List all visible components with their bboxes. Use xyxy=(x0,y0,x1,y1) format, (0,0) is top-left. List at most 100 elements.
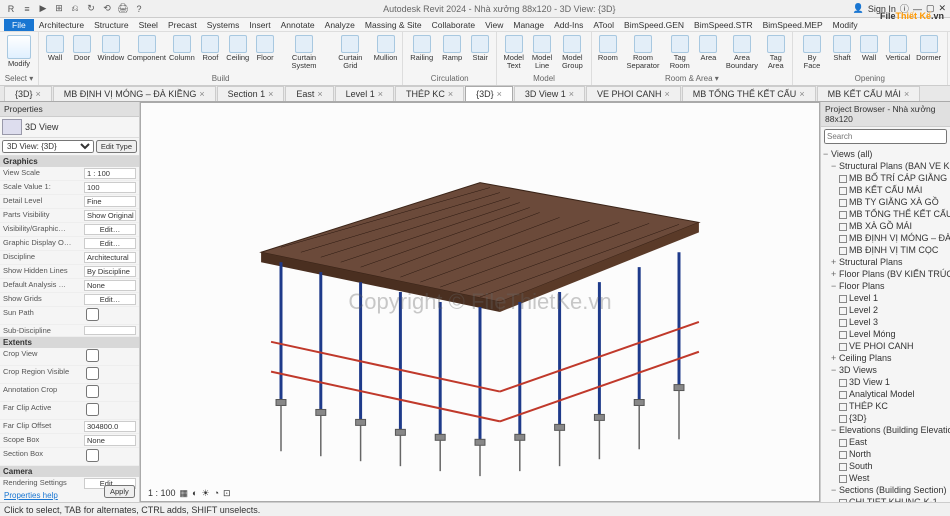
ribbon-area-button[interactable]: Area xyxy=(696,34,720,63)
prop-value[interactable] xyxy=(84,349,136,364)
tree-toggle-icon[interactable]: − xyxy=(831,425,839,435)
prop-value[interactable]: Edit… xyxy=(84,294,136,305)
tree-toggle-icon[interactable]: − xyxy=(831,365,839,375)
type-selector[interactable]: 3D View: {3D} xyxy=(2,140,94,153)
ribbon-window-button[interactable]: Window xyxy=(97,34,125,63)
tree-toggle-icon[interactable]: + xyxy=(831,353,839,363)
apply-button[interactable]: Apply xyxy=(104,485,135,498)
prop-value[interactable]: By Discipline xyxy=(84,266,136,277)
ribbon-modeltext-button[interactable]: Model Text xyxy=(501,34,526,70)
tree-node[interactable]: MB XÀ GỒ MÁI xyxy=(823,220,948,232)
prop-value[interactable] xyxy=(84,308,136,323)
tab-close-icon[interactable]: × xyxy=(268,89,273,99)
prop-value[interactable]: Edit… xyxy=(84,238,136,249)
prop-group[interactable]: Extents xyxy=(0,337,139,348)
tab-close-icon[interactable]: × xyxy=(497,89,502,99)
menu-systems[interactable]: Systems xyxy=(202,19,245,31)
ribbon-vertical-button[interactable]: Vertical xyxy=(884,34,912,63)
tab-close-icon[interactable]: × xyxy=(799,89,804,99)
view-tab[interactable]: {3D}× xyxy=(4,86,52,101)
qat-item[interactable]: ⎌ xyxy=(68,2,82,16)
shadow-icon[interactable]: ◔ xyxy=(214,488,219,498)
properties-category[interactable]: 3D View xyxy=(0,117,139,138)
ribbon-door-button[interactable]: Door xyxy=(70,34,94,63)
prop-value[interactable]: 1 : 100 xyxy=(84,168,136,179)
tree-node[interactable]: −Structural Plans (BAN VE KC) xyxy=(823,160,948,172)
tree-toggle-icon[interactable]: + xyxy=(831,269,839,279)
tab-close-icon[interactable]: × xyxy=(665,89,670,99)
tree-node[interactable]: South xyxy=(823,460,948,472)
ribbon-byface-button[interactable]: By Face xyxy=(797,34,827,70)
prop-value[interactable]: Show Original xyxy=(84,210,136,221)
tab-close-icon[interactable]: × xyxy=(569,89,574,99)
scale-label[interactable]: 1 : 100 xyxy=(148,488,176,498)
prop-value[interactable]: None xyxy=(84,280,136,291)
tree-node[interactable]: Analytical Model xyxy=(823,388,948,400)
tab-close-icon[interactable]: × xyxy=(448,89,453,99)
prop-value[interactable]: None xyxy=(84,435,136,446)
ribbon-railing-button[interactable]: Railing xyxy=(407,34,436,63)
menu-precast[interactable]: Precast xyxy=(163,19,202,31)
visual-style-icon[interactable]: ◐ xyxy=(192,488,197,498)
tree-root[interactable]: −Views (all) xyxy=(823,148,948,160)
tree-toggle-icon[interactable]: + xyxy=(831,257,839,267)
prop-value[interactable] xyxy=(84,385,136,400)
menu-manage[interactable]: Manage xyxy=(508,19,549,31)
tree-node[interactable]: MB ĐỊNH VỊ MÓNG – ĐÀ KIỀNG xyxy=(823,232,948,244)
crop-icon[interactable]: ⊡ xyxy=(223,488,231,499)
qat-item[interactable]: ≡ xyxy=(20,2,34,16)
ribbon-component-button[interactable]: Component xyxy=(128,34,166,63)
tree-node[interactable]: MB TỔNG THỂ KẾT CẤU xyxy=(823,208,948,220)
tree-node[interactable]: −Elevations (Building Elevation) xyxy=(823,424,948,436)
tree-node[interactable]: {3D} xyxy=(823,412,948,424)
prop-group[interactable]: Graphics xyxy=(0,156,139,167)
tree-node[interactable]: +Ceiling Plans xyxy=(823,352,948,364)
ribbon-curtaingrid-button[interactable]: Curtain Grid xyxy=(331,34,370,70)
viewport-3d[interactable]: Copyright © FileThietKe.vn xyxy=(140,102,820,502)
qat-item[interactable]: ⊞ xyxy=(52,2,66,16)
modify-button[interactable]: Modify xyxy=(4,34,34,69)
ribbon-dormer-button[interactable]: Dormer xyxy=(915,34,943,63)
tree-node[interactable]: Level 3 xyxy=(823,316,948,328)
prop-value[interactable] xyxy=(84,326,136,335)
tree-node[interactable]: Level 2 xyxy=(823,304,948,316)
tree-node[interactable]: North xyxy=(823,448,948,460)
view-tab[interactable]: 3D View 1× xyxy=(514,86,585,101)
ribbon-room-button[interactable]: Room xyxy=(596,34,620,63)
menu-modify[interactable]: Modify xyxy=(828,19,863,31)
prop-value[interactable]: Architectural xyxy=(84,252,136,263)
prop-value[interactable] xyxy=(84,449,136,464)
ribbon-roomseparator-button[interactable]: Room Separator xyxy=(623,34,663,70)
ribbon-tagroom-button[interactable]: Tag Room xyxy=(666,34,693,70)
ribbon-shaft-button[interactable]: Shaft xyxy=(830,34,854,63)
qat-item[interactable]: R xyxy=(4,2,18,16)
sun-icon[interactable]: ☀ xyxy=(201,488,209,499)
prop-value[interactable]: Edit… xyxy=(84,224,136,235)
ribbon-floor-button[interactable]: Floor xyxy=(253,34,277,63)
ribbon-mullion-button[interactable]: Mullion xyxy=(373,34,398,63)
tree-node[interactable]: West xyxy=(823,472,948,484)
ribbon-tagarea-button[interactable]: Tag Area xyxy=(764,34,788,70)
qat-item[interactable]: ? xyxy=(132,2,146,16)
tree-toggle-icon[interactable]: − xyxy=(831,161,839,171)
tree-node[interactable]: MB BỐ TRÍ CÁP GIẰNG MÁI xyxy=(823,172,948,184)
view-tab[interactable]: Level 1× xyxy=(335,86,394,101)
ribbon-wall-button[interactable]: Wall xyxy=(857,34,881,63)
prop-value[interactable] xyxy=(84,403,136,418)
view-tab[interactable]: MB KẾT CẤU MÁI× xyxy=(817,86,921,101)
prop-checkbox[interactable] xyxy=(86,385,99,398)
ribbon-stair-button[interactable]: Stair xyxy=(468,34,492,63)
tree-node[interactable]: −Floor Plans xyxy=(823,280,948,292)
tree-node[interactable]: −3D Views xyxy=(823,364,948,376)
qat-item[interactable]: ⟲ xyxy=(100,2,114,16)
ribbon-wall-button[interactable]: Wall xyxy=(43,34,67,63)
tree-node[interactable]: Level Móng xyxy=(823,328,948,340)
tab-close-icon[interactable]: × xyxy=(904,89,909,99)
ribbon-column-button[interactable]: Column xyxy=(168,34,195,63)
prop-checkbox[interactable] xyxy=(86,449,99,462)
prop-group[interactable]: Camera xyxy=(0,466,139,477)
view-tab[interactable]: Section 1× xyxy=(217,86,285,101)
view-tab[interactable]: {3D}× xyxy=(465,86,513,101)
menu-atool[interactable]: ATool xyxy=(588,19,619,31)
prop-value[interactable]: 100 xyxy=(84,182,136,193)
